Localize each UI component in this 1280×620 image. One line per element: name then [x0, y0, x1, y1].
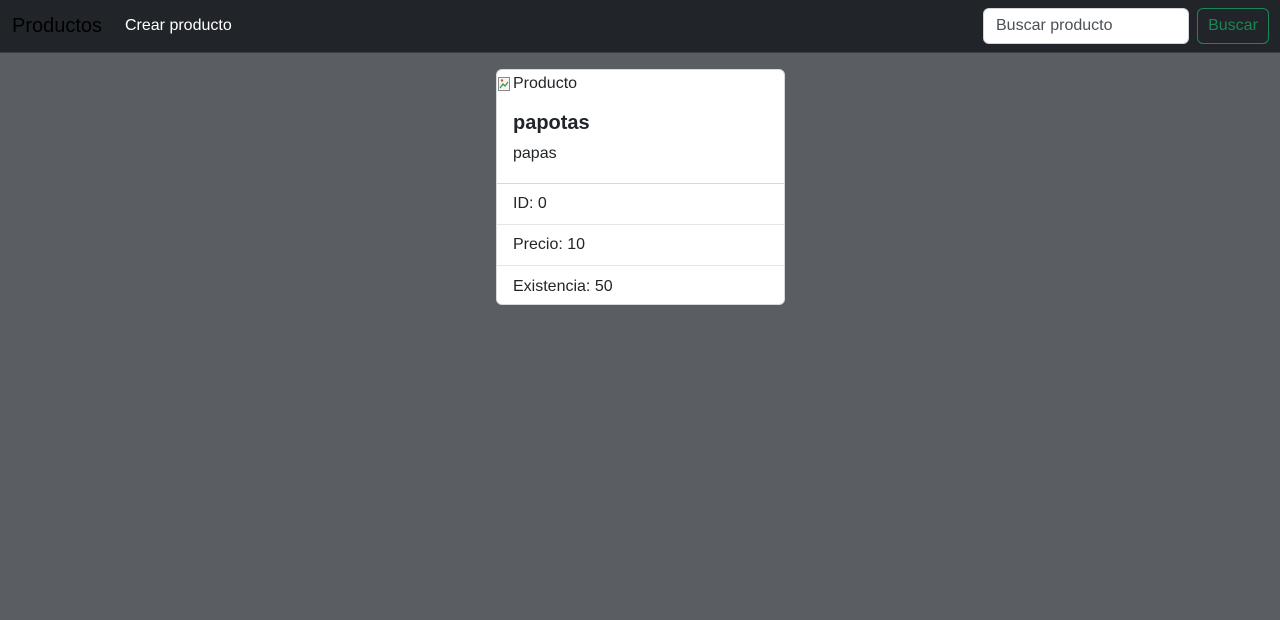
product-name: papotas [513, 112, 590, 134]
search-input[interactable] [983, 8, 1189, 44]
detail-value: 10 [567, 236, 586, 253]
create-product-link[interactable]: Crear producto [125, 16, 232, 36]
broken-image-icon [497, 76, 513, 92]
image-alt-text: Producto [513, 75, 578, 92]
detail-label: Precio: [513, 236, 563, 253]
detail-value: 50 [594, 277, 613, 295]
list-item-id: ID: 0 [497, 184, 784, 225]
card-body: papotas papas [513, 110, 770, 164]
product-card: Producto papotas papas ID: 0 Precio: 10 … [496, 69, 785, 305]
detail-label: ID: [513, 195, 534, 212]
product-details-list: ID: 0 Precio: 10 Existencia: 50 [497, 183, 784, 304]
product-image: Producto [497, 73, 577, 95]
product-description: papas [513, 145, 557, 162]
detail-value: 0 [537, 195, 547, 212]
navbar: Productos Crear producto Buscar [0, 0, 1280, 53]
detail-label: Existencia: [513, 277, 591, 295]
list-item-stock: Existencia: 50 [497, 266, 784, 304]
brand-link[interactable]: Productos [12, 13, 102, 39]
search-button[interactable]: Buscar [1197, 8, 1269, 44]
list-item-price: Precio: 10 [497, 225, 784, 266]
